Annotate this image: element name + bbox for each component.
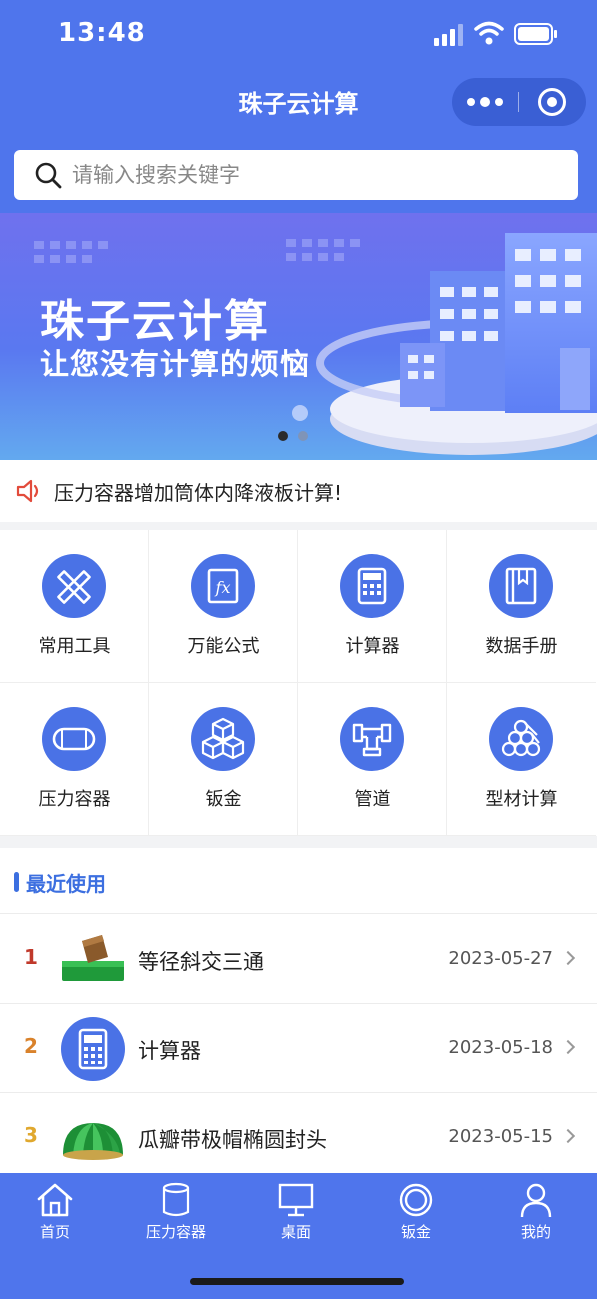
- target-close-icon[interactable]: [538, 88, 566, 116]
- banner-title: 珠子云计算: [40, 296, 270, 347]
- grid-item-common-tools[interactable]: 常用工具: [0, 530, 149, 683]
- monitor-icon: [278, 1183, 314, 1217]
- wifi-icon: [474, 21, 504, 45]
- user-icon: [520, 1183, 552, 1218]
- grid-item-label: 管道: [354, 789, 391, 810]
- item-name: 计算器: [138, 1039, 201, 1063]
- pipe-icon: [340, 707, 404, 771]
- speaker-icon: [16, 479, 39, 503]
- grid-item-label: 计算器: [345, 636, 400, 657]
- cubes-icon: [191, 707, 255, 771]
- svg-text:fx: fx: [215, 578, 231, 597]
- carousel-indicator: [278, 431, 308, 441]
- banner-carousel[interactable]: 珠子云计算 让您没有计算的烦恼: [0, 213, 597, 460]
- feature-grid: 常用工具 fx 万能公式 计算器 数据手册 压力容器 钣金 管道 型材计算: [0, 530, 597, 836]
- section-accent-bar: [14, 872, 19, 892]
- tab-label: 桌面: [280, 1223, 311, 1241]
- recent-item[interactable]: 3 瓜瓣带极帽椭圆封头 2023-05-15: [0, 1093, 597, 1182]
- recent-section: 最近使用 1 等径斜交三通 2023-05-27 2 计算器 2023-05-1…: [0, 848, 597, 1173]
- mini-program-capsule: [452, 78, 586, 126]
- status-bar: 13:48: [0, 0, 597, 70]
- section-title: 最近使用: [26, 872, 106, 896]
- grid-item-label: 钣金: [205, 789, 242, 810]
- status-time: 13:48: [58, 18, 146, 48]
- grid-item-label: 万能公式: [187, 636, 260, 657]
- tab-label: 钣金: [400, 1223, 431, 1241]
- pencil-ruler-icon: [42, 554, 106, 618]
- tank-icon: [162, 1182, 190, 1217]
- home-icon: [37, 1183, 73, 1217]
- rank-number: 2: [24, 1034, 38, 1058]
- item-date: 2023-05-15: [448, 1126, 553, 1147]
- tab-home[interactable]: 首页: [0, 1181, 115, 1243]
- tab-label: 压力容器: [145, 1223, 206, 1241]
- tab-profile[interactable]: 我的: [476, 1181, 596, 1243]
- grid-item-formula[interactable]: fx 万能公式: [149, 530, 298, 683]
- item-name: 等径斜交三通: [138, 950, 264, 974]
- calculator-thumbnail: [61, 1017, 125, 1081]
- capsule-divider: [518, 92, 519, 112]
- ring-icon: [399, 1183, 433, 1217]
- rank-number: 1: [24, 945, 38, 969]
- grid-item-label: 常用工具: [38, 636, 111, 657]
- chevron-right-icon: [560, 1128, 576, 1144]
- tee-pipe-thumbnail: [62, 935, 124, 981]
- item-date: 2023-05-27: [448, 948, 553, 969]
- recent-item[interactable]: 1 等径斜交三通 2023-05-27: [0, 915, 597, 1004]
- banner-subtitle: 让您没有计算的烦恼: [40, 347, 311, 381]
- book-icon: [489, 554, 553, 618]
- notice-bar[interactable]: 压力容器增加筒体内降液板计算!: [0, 460, 597, 522]
- chevron-right-icon: [560, 950, 576, 966]
- tab-label: 我的: [520, 1223, 551, 1241]
- battery-icon: [514, 23, 557, 45]
- tab-pressure-vessel[interactable]: 压力容器: [116, 1181, 236, 1243]
- app-header: 13:48 珠子云计算: [0, 0, 597, 213]
- home-indicator[interactable]: [190, 1278, 404, 1285]
- more-dots-icon[interactable]: [452, 78, 518, 126]
- function-icon: fx: [191, 554, 255, 618]
- grid-item-label: 压力容器: [38, 789, 111, 810]
- grid-item-data-handbook[interactable]: 数据手册: [447, 530, 596, 683]
- tab-sheet-metal[interactable]: 钣金: [356, 1181, 476, 1243]
- search-bar[interactable]: [14, 150, 578, 200]
- notice-text: 压力容器增加筒体内降液板计算!: [54, 480, 343, 505]
- grid-item-sheet-metal[interactable]: 钣金: [149, 683, 298, 836]
- grid-item-profile-calc[interactable]: 型材计算: [447, 683, 596, 836]
- recent-header: 最近使用: [0, 848, 597, 914]
- recent-item[interactable]: 2 计算器 2023-05-18: [0, 1004, 597, 1093]
- profile-bars-icon: [489, 707, 553, 771]
- vessel-icon: [42, 707, 106, 771]
- tab-desktop[interactable]: 桌面: [236, 1181, 356, 1243]
- signal-icon: [434, 24, 463, 46]
- calculator-icon: [340, 554, 404, 618]
- carousel-dot-active[interactable]: [278, 431, 288, 441]
- item-date: 2023-05-18: [448, 1037, 553, 1058]
- dome-head-thumbnail: [63, 1123, 123, 1160]
- search-input[interactable]: [72, 163, 542, 187]
- chevron-right-icon: [560, 1039, 576, 1055]
- grid-item-pipeline[interactable]: 管道: [298, 683, 447, 836]
- tab-label: 首页: [39, 1223, 70, 1241]
- search-icon: [35, 162, 62, 189]
- grid-item-label: 数据手册: [485, 636, 558, 657]
- grid-item-calculator[interactable]: 计算器: [298, 530, 447, 683]
- carousel-dot[interactable]: [298, 431, 308, 441]
- grid-item-pressure-vessel[interactable]: 压力容器: [0, 683, 149, 836]
- rank-number: 3: [24, 1123, 38, 1147]
- item-name: 瓜瓣带极帽椭圆封头: [138, 1128, 327, 1152]
- grid-item-label: 型材计算: [485, 789, 558, 810]
